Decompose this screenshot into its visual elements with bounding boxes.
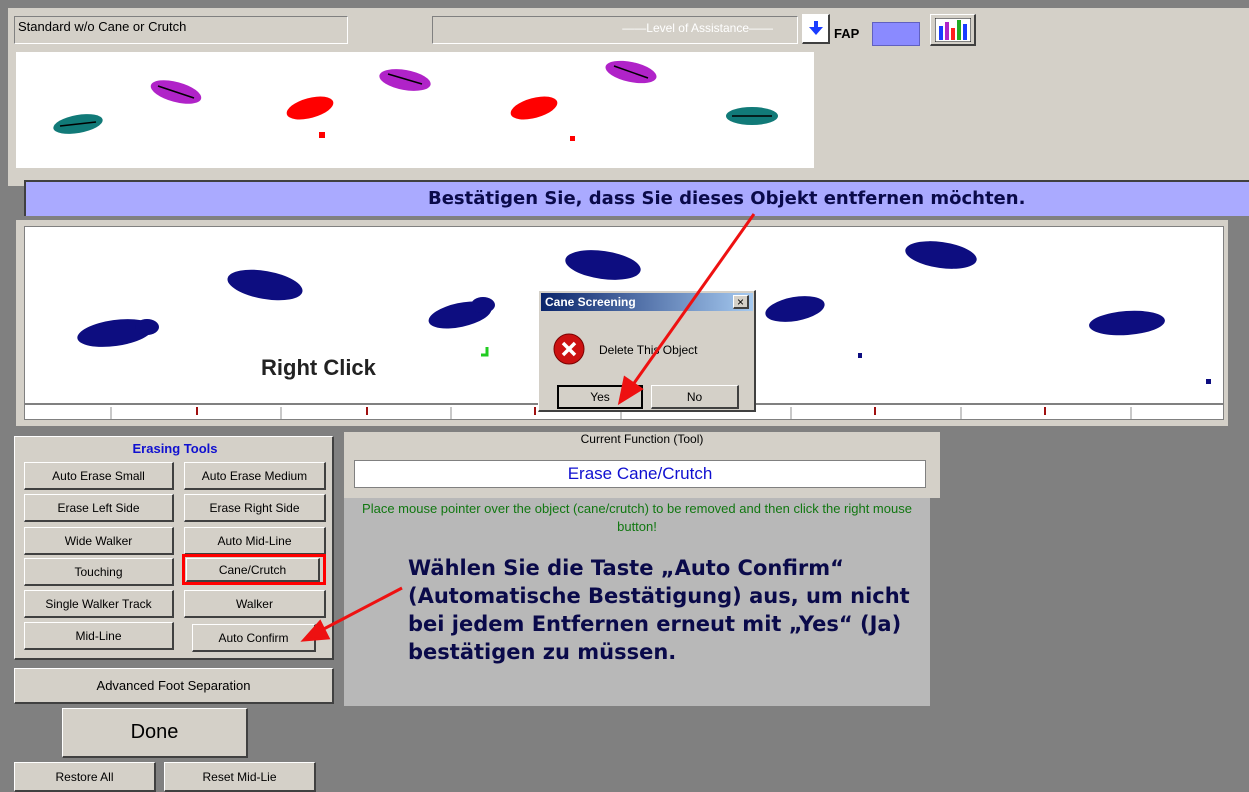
dialog-titlebar: Cane Screening × (541, 293, 753, 311)
restore-all-button[interactable]: Restore All (14, 762, 156, 792)
footprint-4 (565, 250, 641, 280)
cane-mark (481, 347, 489, 357)
auto-mid-line-button[interactable]: Auto Mid-Line (184, 527, 326, 555)
footprint-teal-1 (53, 114, 103, 134)
cane-screening-dialog: Cane Screening × Delete This Object Yes … (538, 290, 756, 412)
overview-canvas[interactable] (16, 52, 814, 168)
confirmation-banner: Bestätigen Sie, dass Sie dieses Objekt e… (24, 180, 1249, 216)
footprint-magenta-2 (379, 69, 431, 91)
erase-right-side-button[interactable]: Erase Right Side (184, 494, 326, 522)
reset-mid-line-button[interactable]: Reset Mid-Lie (164, 762, 316, 792)
instruction-panel: Place mouse pointer over the object (can… (344, 498, 930, 706)
dialog-no-button[interactable]: No (651, 385, 739, 409)
done-button[interactable]: Done (62, 708, 248, 758)
footprint-5 (765, 296, 825, 322)
auto-erase-small-button[interactable]: Auto Erase Small (24, 462, 174, 490)
footprint-teal-2 (726, 107, 778, 125)
walker-button[interactable]: Walker (184, 590, 326, 618)
footprint-6 (905, 241, 977, 269)
mode-field: Standard w/o Cane or Crutch (14, 16, 348, 44)
mid-line-button[interactable]: Mid-Line (24, 622, 174, 650)
level-of-assistance-field[interactable]: ——Level of Assistance—— (432, 16, 798, 44)
current-function-value: Erase Cane/Crutch (354, 460, 926, 488)
error-icon (553, 333, 585, 365)
overview-footprints (53, 60, 778, 141)
erasing-tools-title: Erasing Tools (132, 441, 218, 456)
arrow-down-icon (808, 20, 823, 35)
cane-crutch-highlight (182, 554, 326, 585)
instruction-text: Place mouse pointer over the object (can… (362, 501, 912, 534)
fap-label: FAP (834, 26, 860, 41)
footprint-magenta-3 (605, 60, 657, 84)
dialog-message: Delete This Object (599, 343, 698, 357)
dialog-close-button[interactable]: × (733, 295, 749, 309)
erase-left-side-button[interactable]: Erase Left Side (24, 494, 174, 522)
footprint-red-2 (510, 96, 575, 141)
wide-walker-button[interactable]: Wide Walker (24, 527, 174, 555)
single-walker-track-button[interactable]: Single Walker Track (24, 590, 174, 618)
current-function-panel: Current Function (Tool) Erase Cane/Crutc… (344, 432, 940, 498)
dialog-title: Cane Screening (545, 295, 636, 309)
level-of-assistance-placeholder: ——Level of Assistance—— (622, 21, 773, 35)
touching-button[interactable]: Touching (24, 558, 174, 586)
dialog-yes-button[interactable]: Yes (557, 385, 643, 409)
footprint-2 (227, 269, 303, 301)
auto-confirm-button[interactable]: Auto Confirm (192, 624, 316, 652)
auto-erase-medium-button[interactable]: Auto Erase Medium (184, 462, 326, 490)
footprint-magenta-1 (150, 80, 202, 104)
advanced-foot-separation-button[interactable]: Advanced Foot Separation (14, 668, 334, 704)
dropdown-arrow-button[interactable] (802, 14, 830, 44)
footprint-red-1 (286, 96, 334, 138)
bar-chart-icon (934, 17, 971, 42)
current-function-label: Current Function (Tool) (580, 432, 704, 446)
chart-button[interactable] (930, 14, 976, 46)
banner-text: Bestätigen Sie, dass Sie dieses Objekt e… (428, 188, 1026, 209)
fap-value-box (872, 22, 920, 46)
right-click-label: Right Click (261, 355, 376, 380)
close-icon: × (736, 294, 744, 309)
auto-confirm-annotation: Wählen Sie die Taste „Auto Confirm“ (Aut… (408, 556, 910, 664)
footprint-7 (1089, 310, 1165, 336)
